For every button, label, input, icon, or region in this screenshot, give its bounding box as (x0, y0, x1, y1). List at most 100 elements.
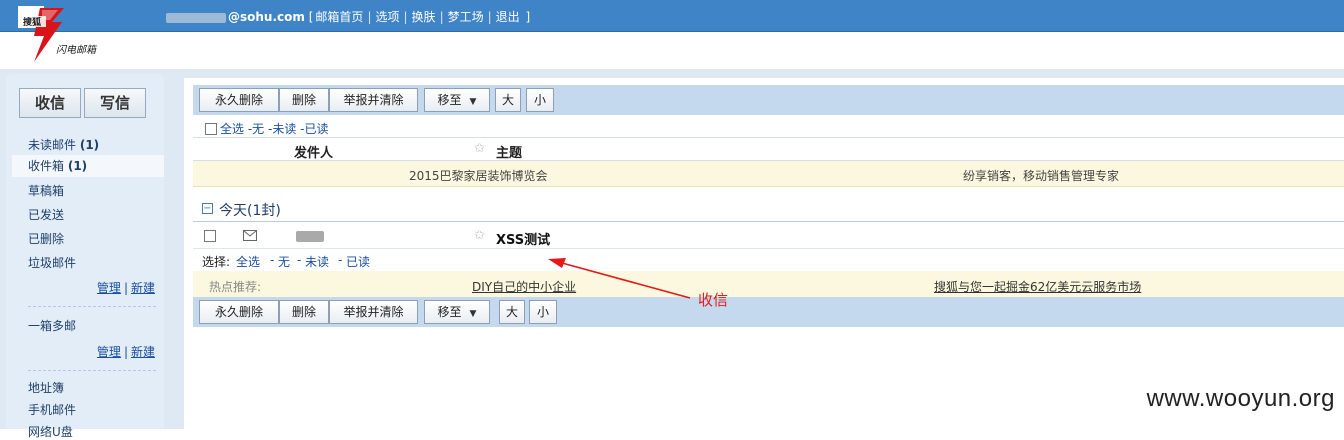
multi-box-manage-links: 管理 | 新建 (97, 343, 155, 360)
compose-button[interactable]: 写信 (84, 88, 146, 118)
dash-sep: - (270, 253, 275, 267)
sidebar-item-sent[interactable]: 已发送 (28, 206, 64, 223)
collapse-icon[interactable]: − (202, 203, 213, 214)
sender-column-header[interactable]: 发件人 (294, 142, 333, 161)
font-big-button[interactable]: 大 (499, 300, 525, 324)
new-folder-link[interactable]: 新建 (131, 281, 155, 295)
permanent-delete-button[interactable]: 永久删除 (199, 300, 279, 324)
hot-link-2[interactable]: 搜狐与您一起掘金62亿美元云服务市场 (934, 278, 1141, 295)
sidebar-item-drafts[interactable]: 草稿箱 (28, 182, 64, 199)
logo-top-text: 搜狐 (23, 16, 41, 28)
annotation-label: 收信 (698, 291, 729, 309)
font-small-button[interactable]: 小 (526, 88, 554, 112)
ad-link-left[interactable]: 2015巴黎家居装饰博览会 (409, 167, 548, 184)
nav-skin[interactable]: 换肤 (412, 10, 436, 24)
blurred-username (166, 12, 226, 23)
move-to-label: 移至 (437, 93, 462, 107)
bottom-toolbar: 永久删除 删除 举报并清除 移至 ▼ 大 小 (193, 297, 1344, 327)
folder-count: (1) (67, 159, 88, 173)
group-today: − 今天(1封) (193, 192, 1344, 222)
sidebar-item-mobile-mail[interactable]: 手机邮件 (28, 401, 76, 418)
select-unread-link[interactable]: 未读 (272, 122, 296, 136)
star-icon[interactable]: ✩ (474, 228, 485, 243)
divider (28, 306, 156, 307)
move-to-dropdown[interactable]: 移至 ▼ (424, 88, 490, 112)
hot-label: 热点推荐: (209, 280, 262, 294)
link-separator: | (123, 345, 128, 359)
user-nav-line: @sohu.com [邮箱首页 | 选项 | 换肤 | 梦工场 | 退出 ] (166, 8, 530, 25)
mail-checkbox[interactable] (204, 230, 216, 242)
top-toolbar: 永久删除 删除 举报并清除 移至 ▼ 大 小 (193, 85, 1344, 115)
nav-sep: | (439, 10, 444, 24)
hot-link-1[interactable]: DIY自己的中小企业 (472, 278, 576, 295)
bracket-open: [ (308, 10, 314, 24)
select-none-link[interactable]: 无 (252, 122, 264, 136)
nav-dream-workshop[interactable]: 梦工场 (448, 10, 484, 24)
nav-options[interactable]: 选项 (375, 10, 399, 24)
receive-mail-button[interactable]: 收信 (19, 88, 81, 118)
ad-link-right[interactable]: 纷享销客，移动销售管理专家 (963, 167, 1119, 184)
header-band (0, 33, 1344, 69)
folder-label: 未读邮件 (28, 138, 77, 152)
nav-sep: | (403, 10, 408, 24)
sidebar: 收信 写信 未读邮件 (1) 收件箱 (1) 草稿箱 已发送 已删除 垃圾邮件 … (6, 74, 164, 439)
folder-manage-links: 管理 | 新建 (97, 279, 155, 296)
select-all-checkbox[interactable] (205, 123, 217, 135)
link-separator: | (123, 281, 128, 295)
mail-list-panel: 永久删除 删除 举报并清除 移至 ▼ 大 小 全选 -无 -未读 -已读 发件人 … (184, 78, 1344, 429)
report-clear-button[interactable]: 举报并清除 (329, 88, 418, 112)
select-read-link[interactable]: 已读 (305, 122, 329, 136)
dash-sep: - (297, 253, 302, 267)
select-all-link[interactable]: 全选 (236, 253, 260, 270)
ad-row: 2015巴黎家居装饰博览会 纷享销客，移动销售管理专家 (193, 161, 1344, 187)
manage-multi-box-link[interactable]: 管理 (97, 345, 121, 359)
logo-sub-text: 闪电邮箱 (56, 44, 98, 56)
select-label: 选择: (202, 255, 231, 269)
list-header: 发件人 ✩ 主题 (193, 137, 1344, 161)
folder-count: (1) (79, 138, 100, 152)
dash-sep: - (338, 253, 343, 267)
sidebar-item-network-disk[interactable]: 网络U盘 (28, 423, 73, 440)
font-small-button[interactable]: 小 (529, 300, 557, 324)
mail-subject[interactable]: XSS测试 (496, 229, 550, 248)
bracket-close: ] (525, 10, 531, 24)
sohu-mail-logo[interactable]: 搜狐 闪电邮箱 (18, 6, 108, 68)
manage-folders-link[interactable]: 管理 (97, 281, 121, 295)
top-bar: @sohu.com [邮箱首页 | 选项 | 换肤 | 梦工场 | 退出 ] (0, 0, 1344, 32)
font-big-button[interactable]: 大 (495, 88, 521, 112)
sidebar-item-address-book[interactable]: 地址簿 (28, 379, 64, 396)
select-read-link[interactable]: 已读 (346, 253, 370, 270)
group-title: 今天(1封) (219, 203, 281, 219)
select-bar-top: 全选 -无 -未读 -已读 (205, 120, 1344, 137)
select-bar-bottom: 选择: 全选 - 无 - 未读 - 已读 (193, 249, 1344, 271)
envelope-icon (243, 230, 257, 241)
report-clear-button[interactable]: 举报并清除 (329, 300, 418, 324)
nav-mail-home[interactable]: 邮箱首页 (315, 10, 363, 24)
delete-button[interactable]: 删除 (279, 88, 329, 112)
move-to-dropdown[interactable]: 移至 ▼ (424, 300, 490, 324)
dropdown-arrow-icon: ▼ (469, 309, 477, 319)
sidebar-item-multi-box[interactable]: 一箱多邮 (28, 317, 76, 334)
select-none-link[interactable]: 无 (278, 253, 290, 270)
star-icon: ✩ (474, 141, 485, 156)
email-domain: @sohu.com (228, 10, 305, 24)
nav-logout[interactable]: 退出 (496, 10, 520, 24)
sidebar-item-unread[interactable]: 未读邮件 (1) (28, 136, 99, 153)
mail-row[interactable]: ✩ XSS测试 (193, 223, 1344, 249)
nav-sep: | (487, 10, 492, 24)
folder-label: 收件箱 (28, 159, 65, 173)
nav-sep: | (367, 10, 372, 24)
permanent-delete-button[interactable]: 永久删除 (199, 88, 279, 112)
sidebar-item-inbox[interactable]: 收件箱 (1) (12, 155, 164, 177)
lightning-logo-icon: 搜狐 闪电邮箱 (18, 6, 98, 62)
sidebar-item-deleted[interactable]: 已删除 (28, 230, 64, 247)
delete-button[interactable]: 删除 (279, 300, 329, 324)
sidebar-item-spam[interactable]: 垃圾邮件 (28, 254, 76, 271)
select-unread-link[interactable]: 未读 (305, 253, 329, 270)
new-multi-box-link[interactable]: 新建 (131, 345, 155, 359)
subject-column-header[interactable]: 主题 (496, 142, 522, 161)
blurred-sender (296, 231, 324, 242)
move-to-label: 移至 (437, 305, 462, 319)
divider (28, 370, 156, 371)
select-all-link[interactable]: 全选 (220, 122, 244, 136)
